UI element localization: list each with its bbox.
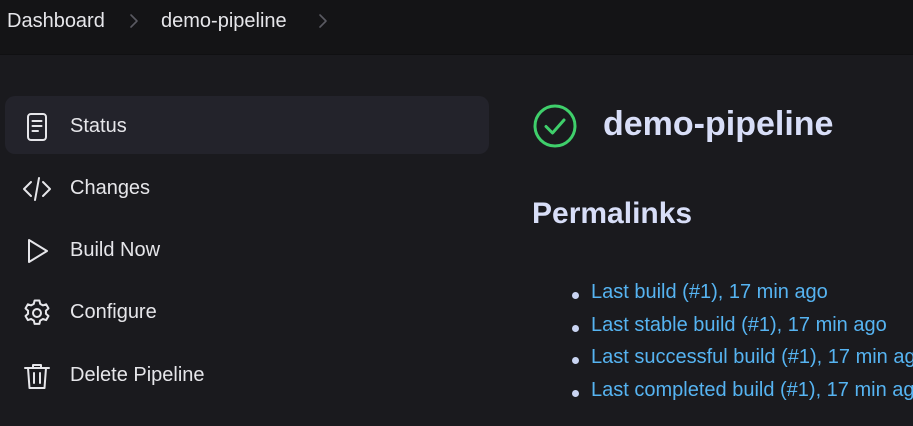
sidebar-item-status[interactable]: Status [5, 96, 489, 154]
permalink-last-build[interactable]: Last build (#1), 17 min ago [591, 281, 828, 304]
page-title: demo-pipeline [603, 105, 834, 143]
sidebar-item-label: Changes [70, 177, 151, 199]
sidebar-item-label: Delete Pipeline [70, 364, 205, 386]
sidebar-item-build-now[interactable]: Build Now [5, 220, 489, 278]
permalinks-heading: Permalinks [532, 197, 693, 230]
breadcrumb-demo-pipeline[interactable]: demo-pipeline [161, 10, 287, 33]
permalink-last-successful-build[interactable]: Last successful build (#1), 17 min ago [591, 346, 913, 369]
bullet [572, 325, 579, 332]
sidebar-item-delete-pipeline[interactable]: Delete Pipeline [5, 345, 489, 403]
gear-icon [24, 299, 50, 325]
bullet [572, 357, 579, 364]
bullet [572, 292, 579, 299]
sidebar-item-label: Build Now [70, 239, 161, 261]
breadcrumb-bar: Dashboard demo-pipeline [0, 0, 913, 55]
sidebar-item-label: Configure [70, 301, 157, 323]
bullet [572, 390, 579, 397]
document-icon [27, 113, 47, 141]
trash-icon [24, 364, 50, 389]
sidebar-item-configure[interactable]: Configure [5, 282, 489, 340]
breadcrumb-dashboard[interactable]: Dashboard [7, 10, 105, 33]
chevron-right-icon[interactable] [316, 12, 330, 30]
permalink-last-stable-build[interactable]: Last stable build (#1), 17 min ago [591, 314, 887, 337]
code-icon [23, 177, 51, 201]
chevron-right-icon [130, 14, 138, 28]
success-check-icon [533, 104, 577, 148]
sidebar-item-changes[interactable]: Changes [5, 158, 489, 216]
play-icon [28, 239, 48, 263]
permalink-last-completed-build[interactable]: Last completed build (#1), 17 min ago [591, 379, 913, 402]
sidebar-item-label: Status [70, 115, 127, 137]
